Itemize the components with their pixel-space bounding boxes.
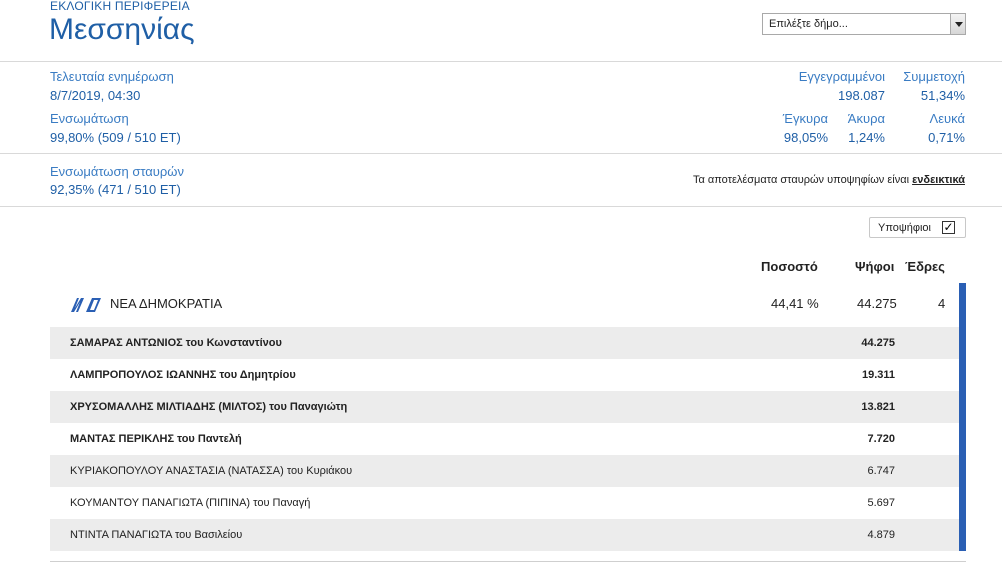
candidate-name: ΛΑΜΠΡΟΠΟΥΛΟΣ ΙΩΑΝΝΗΣ του Δημητρίου — [70, 369, 296, 381]
candidate-name: ΝΤΙΝΤΑ ΠΑΝΑΓΙΩΤΑ του Βασιλείου — [70, 529, 243, 541]
party-logo-icon — [71, 298, 101, 312]
candidate-row: ΚΟΥΜΑΝΤΟΥ ΠΑΝΑΓΙΩΤΑ (ΠΙΠΙΝΑ) του Παναγή … — [50, 487, 959, 519]
candidates-toggle-label: Υποψήφιοι — [878, 222, 931, 234]
blank-value: 0,71% — [928, 130, 965, 145]
candidate-row: ΧΡΥΣΟΜΑΛΛΗΣ ΜΙΛΤΙΑΔΗΣ (ΜΙΛΤΟΣ) του Παναγ… — [50, 391, 959, 423]
registered-value: 198.087 — [838, 88, 885, 103]
cross-integration-value: 92,35% (471 / 510 ΕΤ) — [50, 182, 181, 197]
region-name: Μεσσηνίας — [49, 13, 195, 46]
candidate-name: ΚΟΥΜΑΝΤΟΥ ΠΑΝΑΓΙΩΤΑ (ΠΙΠΙΝΑ) του Παναγή — [70, 497, 311, 509]
candidate-row: ΣΑΜΑΡΑΣ ΑΝΤΩΝΙΟΣ του Κωνσταντίνου 44.275 — [50, 327, 959, 359]
candidate-name: ΧΡΥΣΟΜΑΛΛΗΣ ΜΙΛΤΙΑΔΗΣ (ΜΙΛΤΟΣ) του Παναγ… — [70, 401, 348, 413]
party-name: ΝΕΑ ΔΗΜΟΚΡΑΤΙΑ — [110, 296, 223, 311]
valid-label: Έγκυρα — [782, 111, 828, 126]
party-votes: 44.275 — [857, 296, 897, 311]
cross-integration-label: Ενσωμάτωση σταυρών — [50, 164, 184, 179]
candidate-votes: 4.879 — [867, 529, 895, 541]
invalid-label: Άκυρα — [847, 111, 885, 126]
seats-column-header: Έδρες — [905, 259, 945, 274]
divider — [0, 153, 1002, 154]
invalid-value: 1,24% — [848, 130, 885, 145]
turnout-value: 51,34% — [920, 88, 965, 103]
candidates-checkbox[interactable]: ✓ — [942, 221, 955, 234]
party-percent: 44,41 % — [771, 296, 819, 311]
cross-results-note-text: Τα αποτελέσματα σταυρών υποψηφίων είναι — [692, 174, 913, 186]
indicative-link[interactable]: ενδεικτικά — [912, 174, 965, 186]
percent-column-header: Ποσοστό — [761, 259, 818, 274]
candidate-row: ΜΑΝΤΑΣ ΠΕΡΙΚΛΗΣ του Παντελή 7.720 — [50, 423, 959, 455]
integration-value: 99,80% (509 / 510 ΕΤ) — [50, 130, 181, 145]
municipality-select-value: Επιλέξτε δήμο... — [769, 18, 848, 30]
last-update-label: Τελευταία ενημέρωση — [50, 69, 174, 84]
divider — [0, 206, 1002, 207]
divider — [50, 561, 966, 562]
cross-results-note: Τα αποτελέσματα σταυρών υποψηφίων είναι … — [693, 174, 965, 186]
candidate-votes: 44.275 — [861, 337, 895, 349]
party-color-bar — [959, 283, 966, 551]
region-label: ΕΚΛΟΓΙΚΗ ΠΕΡΙΦΕΡΕΙΑ — [50, 0, 190, 13]
candidate-name: ΚΥΡΙΑΚΟΠΟΥΛΟΥ ΑΝΑΣΤΑΣΙΑ (ΝΑΤΑΣΣΑ) του Κυ… — [70, 465, 353, 477]
integration-label: Ενσωμάτωση — [50, 111, 129, 126]
candidate-votes: 5.697 — [867, 497, 895, 509]
party-seats: 4 — [938, 296, 946, 311]
blank-label: Λευκά — [929, 111, 965, 126]
votes-column-header: Ψήφοι — [855, 259, 895, 274]
candidate-row: ΝΤΙΝΤΑ ΠΑΝΑΓΙΩΤΑ του Βασιλείου 4.879 — [50, 519, 959, 551]
registered-label: Εγγεγραμμένοι — [798, 69, 885, 84]
candidate-name: ΣΑΜΑΡΑΣ ΑΝΤΩΝΙΟΣ του Κωνσταντίνου — [70, 337, 282, 349]
candidate-votes: 19.311 — [861, 369, 895, 381]
candidate-row: ΚΥΡΙΑΚΟΠΟΥΛΟΥ ΑΝΑΣΤΑΣΙΑ (ΝΑΤΑΣΣΑ) του Κυ… — [50, 455, 959, 487]
candidate-name: ΜΑΝΤΑΣ ΠΕΡΙΚΛΗΣ του Παντελή — [70, 433, 242, 445]
candidates-toggle[interactable]: Υποψήφιοι ✓ — [869, 217, 966, 238]
chevron-down-icon[interactable] — [950, 14, 965, 34]
candidate-votes: 6.747 — [867, 465, 895, 477]
turnout-label: Συμμετοχή — [903, 69, 965, 84]
candidate-votes: 13.821 — [861, 401, 895, 413]
last-update-value: 8/7/2019, 04:30 — [50, 88, 141, 103]
municipality-select[interactable]: Επιλέξτε δήμο... — [762, 13, 966, 35]
divider — [0, 61, 1002, 62]
candidate-row: ΛΑΜΠΡΟΠΟΥΛΟΣ ΙΩΑΝΝΗΣ του Δημητρίου 19.31… — [50, 359, 959, 391]
valid-value: 98,05% — [783, 130, 828, 145]
candidate-votes: 7.720 — [867, 433, 895, 445]
